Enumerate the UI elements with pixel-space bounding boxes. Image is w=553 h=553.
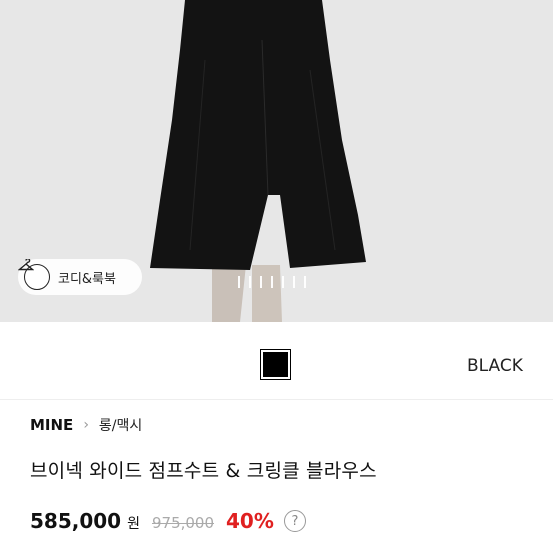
sale-price: 585,000 — [30, 509, 122, 533]
carousel-dot[interactable] — [238, 276, 240, 288]
discount-rate: 40% — [226, 509, 274, 533]
carousel-dot[interactable] — [271, 276, 273, 288]
coordi-lookbook-label: 코디&룩북 — [58, 271, 116, 287]
carousel-dot[interactable] — [260, 276, 262, 288]
product-image[interactable]: 코디&룩북 — [0, 0, 553, 322]
carousel-dot[interactable] — [293, 276, 295, 288]
currency-unit: 원 — [127, 516, 140, 532]
coordi-lookbook-button[interactable]: 코디&룩북 — [18, 259, 142, 295]
color-swatch-black[interactable] — [260, 349, 291, 380]
category-link[interactable]: 롱/맥시 — [99, 415, 142, 435]
color-name: BLACK — [467, 356, 523, 376]
original-price: 975,000 — [151, 514, 215, 532]
question-icon[interactable]: ? — [283, 510, 306, 532]
product-title: 브이넥 와이드 점프수트 & 크링클 블라우스 — [30, 460, 377, 482]
brand-link[interactable]: MINE — [30, 416, 73, 434]
carousel-dot[interactable] — [304, 276, 306, 288]
hanger-icon — [18, 259, 50, 290]
breadcrumb: MINE › 롱/맥시 — [30, 415, 142, 435]
chevron-right-icon: › — [83, 417, 89, 433]
carousel-dot[interactable] — [282, 276, 284, 288]
carousel-indicator — [238, 276, 306, 288]
price-row: 585,000 원 975,000 40% ? — [30, 509, 306, 533]
carousel-dot[interactable] — [249, 276, 251, 288]
